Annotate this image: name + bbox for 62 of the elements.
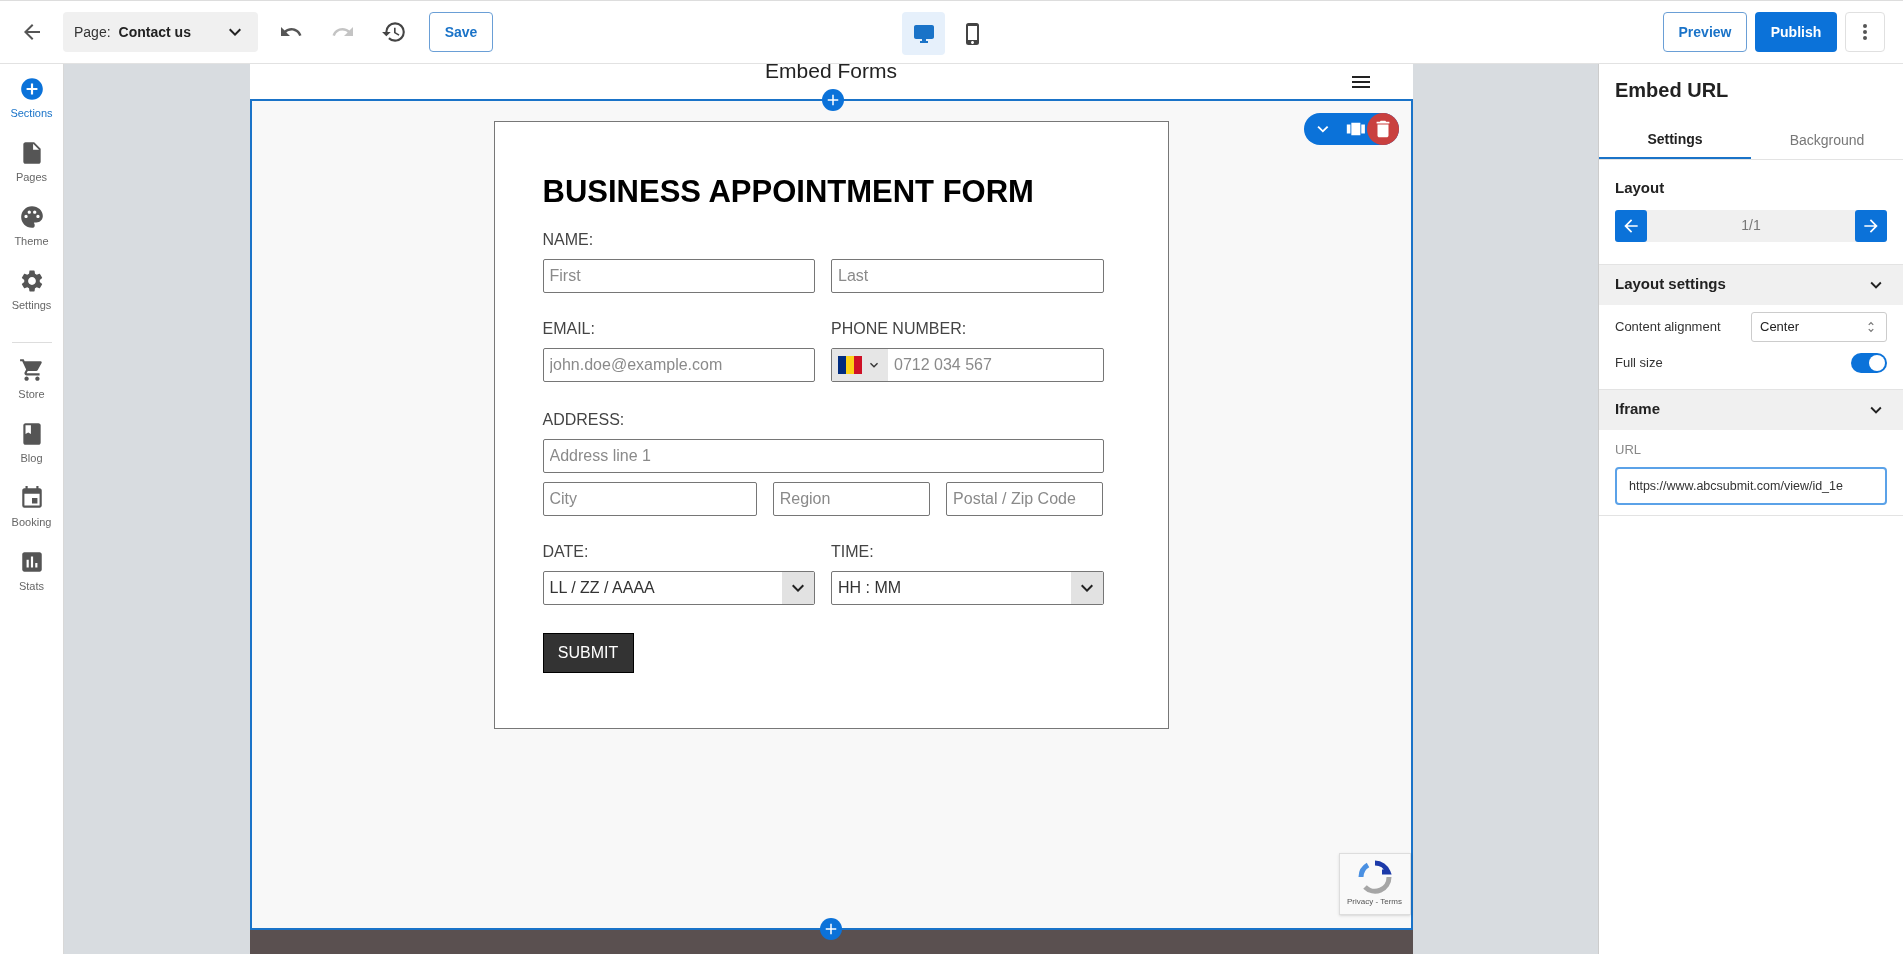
more-icon [1863, 24, 1867, 40]
sidebar-item[interactable]: Pages [1, 138, 62, 202]
cart-icon [18, 357, 45, 383]
field-label: ADDRESS: [542, 410, 626, 430]
previous-button[interactable] [1615, 209, 1647, 242]
section-title: Layout [1615, 178, 1666, 198]
add-section-button[interactable] [821, 89, 844, 111]
toggle-switch[interactable] [1851, 352, 1887, 373]
setting-label: Content alignment [1615, 317, 1721, 336]
more-button[interactable] [1845, 12, 1885, 52]
pager-count: 1/1 [1740, 216, 1762, 235]
dropdown-button[interactable] [782, 572, 814, 604]
page-name: Contact us [118, 22, 191, 42]
form-title: BUSINESS APPOINTMENT FORM [542, 174, 1035, 210]
sidebar-item[interactable]: Blog [1, 419, 62, 483]
delete-button[interactable] [1366, 113, 1399, 145]
text-input[interactable]: john.doe@example.com [542, 348, 815, 382]
dropdown-button[interactable] [1070, 572, 1103, 604]
alignment-select[interactable]: Center [1751, 311, 1887, 342]
text-input[interactable]: Last [831, 259, 1104, 293]
next-button[interactable] [1855, 209, 1887, 242]
desktop-view-button[interactable] [902, 12, 945, 55]
flag-icon [838, 356, 862, 374]
country-selector[interactable] [832, 349, 888, 381]
panel-title: Embed URL [1614, 78, 1730, 103]
sidebar-item[interactable]: Settings [1, 266, 62, 330]
accordion-header[interactable]: Layout settings [1599, 264, 1903, 305]
recaptcha-text[interactable]: Privacy - Terms [1347, 896, 1402, 908]
field-label: TIME: [831, 542, 875, 562]
field-label: URL [1615, 440, 1642, 459]
submit-button[interactable]: SUBMIT [542, 633, 634, 673]
phone-input[interactable]: 0712 034 567 [888, 349, 1103, 381]
sidebar-item[interactable]: Stats [1, 547, 62, 611]
history-icon [381, 19, 407, 45]
panel-tab[interactable]: Settings [1599, 121, 1751, 159]
phone-field[interactable]: 0712 034 567 [831, 348, 1104, 382]
field-label: PHONE NUMBER: [831, 319, 968, 339]
recaptcha-icon [1357, 860, 1392, 894]
field-label: DATE: [542, 542, 590, 562]
page-label: Page: [74, 22, 111, 42]
text-input[interactable]: Postal / Zip Code [946, 482, 1104, 516]
panel-tab[interactable]: Background [1751, 121, 1903, 159]
page-selector[interactable]: Page: Contact us [63, 12, 258, 52]
preview-button[interactable]: Preview [1663, 12, 1747, 52]
field-label: EMAIL: [542, 319, 596, 339]
publish-button[interactable]: Publish [1755, 12, 1837, 52]
sidebar-item[interactable]: Theme [1, 202, 62, 266]
text-input[interactable]: Region [772, 482, 931, 516]
select-field[interactable]: LL / ZZ / AAAA [542, 571, 815, 605]
field-label: NAME: [542, 230, 595, 250]
text-input[interactable]: City [542, 482, 757, 516]
select-field[interactable]: HH : MM [831, 571, 1104, 605]
url-input[interactable]: https://www.abcsubmit.com/view/id_1e [1615, 467, 1887, 505]
save-button[interactable]: Save [429, 12, 493, 52]
sidebar-item[interactable]: Store [1, 355, 62, 419]
sidebar-item[interactable]: Booking [1, 483, 62, 547]
setting-label: Full size [1615, 353, 1663, 372]
sidebar-item[interactable]: Sections [1, 74, 62, 138]
text-input[interactable]: First [542, 259, 815, 293]
text-input[interactable]: Address line 1 [542, 439, 1104, 473]
accordion-header[interactable]: Iframe [1599, 389, 1903, 430]
palette-icon [18, 204, 45, 230]
